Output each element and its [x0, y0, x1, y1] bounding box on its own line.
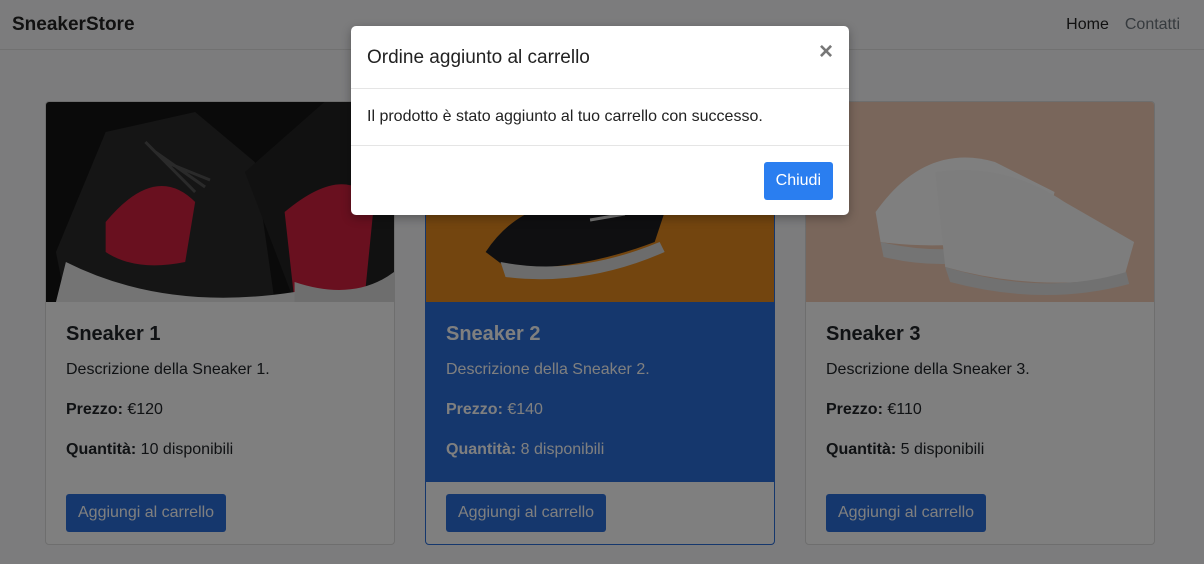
order-added-modal: Ordine aggiunto al carrello × Il prodott…	[351, 26, 849, 215]
chiudi-button[interactable]: Chiudi	[763, 162, 833, 200]
close-icon[interactable]: ×	[819, 40, 833, 64]
modal-body: Il prodotto è stato aggiunto al tuo carr…	[351, 89, 849, 146]
modal-message: Il prodotto è stato aggiunto al tuo carr…	[367, 108, 763, 125]
modal-title: Ordine aggiunto al carrello	[367, 47, 590, 68]
modal-header: Ordine aggiunto al carrello ×	[351, 26, 849, 89]
modal-footer: Chiudi	[351, 146, 849, 214]
